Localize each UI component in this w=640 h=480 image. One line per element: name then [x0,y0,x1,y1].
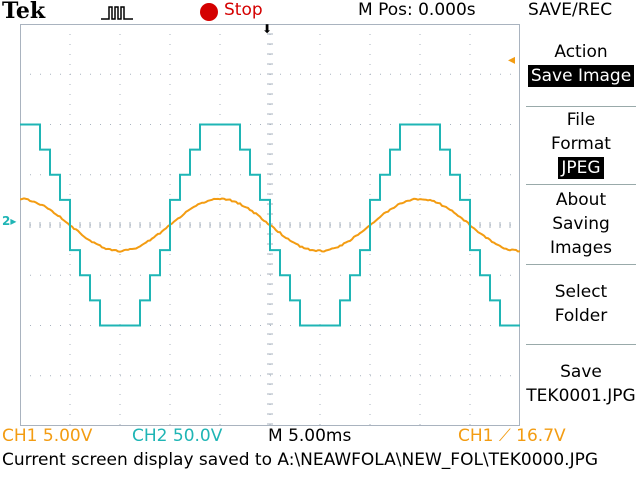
select-line-2: Folder [522,304,640,328]
menu-divider [526,264,636,265]
trigger-readout: CH1 ⟋ 16.7V [458,426,566,446]
about-line-1: About [522,188,640,212]
menu-divider [526,344,636,345]
ch1-scale: CH1 5.00V [2,426,92,446]
trigger-level-marker: ◂ [508,52,515,68]
select-line-1: Select [522,280,640,304]
trigger-position-marker: ⬇ [262,22,272,36]
status-bar: Tek Stop M Pos: 0.000s SAVE/REC [0,0,640,24]
file-format-value: JPEG [558,157,603,179]
about-saving-images-button[interactable]: About Saving Images [522,188,640,260]
save-button[interactable]: Save TEK0001.JPG [522,360,640,408]
select-folder-button[interactable]: Select Folder [522,280,640,328]
file-format-button[interactable]: JPEG [522,156,640,180]
ch2-scale: CH2 50.0V [132,426,222,446]
file-format-label-2: Format [522,132,640,156]
action-value: Save Image [528,65,634,87]
about-line-2: Saving [522,212,640,236]
ch2-ground-marker: 2▸ [2,214,16,228]
waveform-display [20,24,520,426]
scope-graticule [20,24,520,426]
about-line-3: Images [522,236,640,260]
save-label: Save [522,360,640,384]
status-message: Current screen display saved to A:\NEAWF… [2,450,598,470]
readout-bar: CH1 5.00V CH2 50.0V M 5.00ms CH1 ⟋ 16.7V… [0,426,640,480]
action-button[interactable]: Save Image [522,64,640,88]
stop-indicator-icon [200,3,218,21]
action-label: Action [522,40,640,64]
menu-divider [526,106,636,107]
horizontal-position: M Pos: 0.000s [358,0,476,20]
file-format-label: File [522,108,640,132]
timebase: M 5.00ms [268,426,351,446]
menu-title: SAVE/REC [528,0,612,20]
side-menu: Action Save Image File Format JPEG About… [522,24,640,426]
run-state: Stop [224,0,263,20]
save-filename: TEK0001.JPG [522,384,640,408]
menu-divider [526,184,636,185]
tek-logo: Tek [2,0,45,24]
acquisition-waveform-icon [100,2,134,22]
